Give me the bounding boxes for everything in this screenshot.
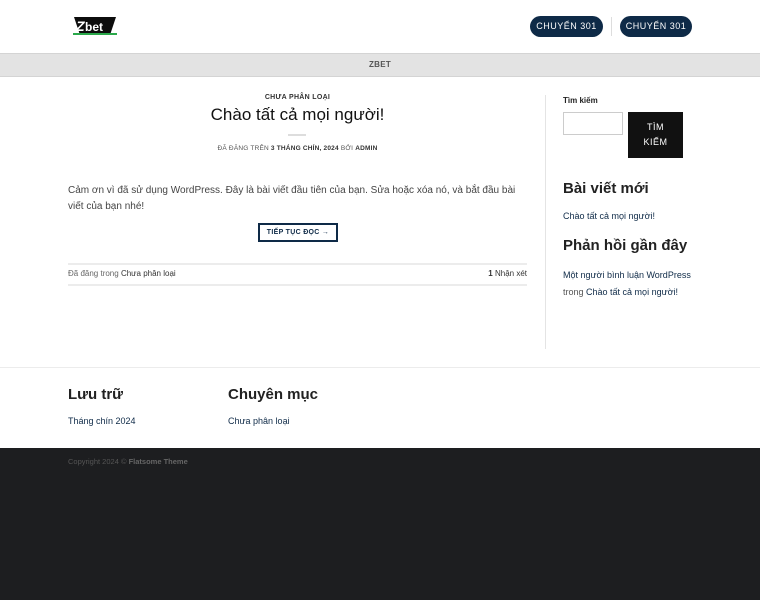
post-meta: ĐÃ ĐĂNG TRÊN 3 THÁNG CHÍN, 2024 BỞI ADMI… bbox=[68, 145, 527, 152]
comments-link[interactable]: 1 Nhận xét bbox=[488, 269, 527, 278]
copyright-text: Copyright 2024 © bbox=[68, 457, 127, 466]
categories-link[interactable]: Chưa phân loại bbox=[228, 416, 290, 426]
svg-text:bet: bet bbox=[85, 20, 103, 34]
post-meta-by: BỞI bbox=[340, 145, 354, 152]
bottom-footer: Copyright 2024 © Flatsome Theme bbox=[0, 448, 760, 600]
search-label: Tìm kiếm bbox=[563, 96, 598, 105]
comment-post-link[interactable]: Chào tất cả mọi người! bbox=[586, 287, 678, 297]
recent-posts-title: Bài viết mới bbox=[563, 180, 649, 197]
search-button-line2: KIẾM bbox=[643, 137, 668, 147]
theme-link[interactable]: Flatsome Theme bbox=[129, 457, 188, 466]
svg-text:Z: Z bbox=[75, 18, 85, 34]
post-footer-category-link[interactable]: Chưa phân loại bbox=[121, 269, 176, 278]
comments-label: Nhận xét bbox=[494, 269, 527, 278]
zbet-logo-icon: Z bet bbox=[73, 16, 117, 36]
post-date-link[interactable]: 3 THÁNG CHÍN, 2024 bbox=[271, 145, 339, 152]
archive-link[interactable]: Tháng chín 2024 bbox=[68, 416, 136, 426]
recent-post-link[interactable]: Chào tất cả mọi người! bbox=[563, 211, 655, 221]
title-divider bbox=[288, 134, 306, 136]
archive-widget-title: Lưu trữ bbox=[68, 386, 124, 403]
post-title[interactable]: Chào tất cả mọi người! bbox=[68, 105, 527, 125]
post-category-link[interactable]: CHƯA PHÂN LOẠI bbox=[68, 94, 527, 101]
post-footer-prefix: Đã đăng trong bbox=[68, 269, 119, 278]
sidebar-divider bbox=[545, 95, 546, 349]
nav-button-chuyen-301-1[interactable]: CHUYỂN 301 bbox=[530, 16, 603, 37]
search-button[interactable]: TÌM KIẾM bbox=[628, 112, 683, 158]
footer-widgets: Lưu trữ Tháng chín 2024 Chuyên mục Chưa … bbox=[0, 367, 760, 448]
recent-comment-item: Một người bình luận WordPress trong Chào… bbox=[563, 267, 693, 301]
secondary-nav-item-zbet[interactable]: ZBET bbox=[0, 54, 760, 76]
comment-author-link[interactable]: Một người bình luận WordPress bbox=[563, 270, 691, 280]
categories-widget-title: Chuyên mục bbox=[228, 386, 319, 403]
search-input[interactable] bbox=[563, 112, 623, 135]
comments-count: 1 bbox=[488, 269, 493, 278]
site-header: Z bet CHUYỂN 301 CHUYỂN 301 bbox=[0, 0, 760, 53]
copyright: Copyright 2024 © Flatsome Theme bbox=[68, 457, 188, 466]
comment-on-text: trong bbox=[563, 287, 584, 297]
nav-divider bbox=[611, 17, 612, 36]
search-button-line1: TÌM bbox=[647, 122, 664, 132]
post-footer: Đã đăng trong Chưa phân loại 1 Nhận xét bbox=[68, 263, 527, 286]
post-author-link[interactable]: ADMIN bbox=[355, 145, 377, 152]
nav-button-chuyen-301-2[interactable]: CHUYỂN 301 bbox=[620, 16, 692, 37]
read-more-button[interactable]: TIẾP TỤC ĐỌC → bbox=[258, 223, 338, 242]
site-logo[interactable]: Z bet bbox=[71, 14, 119, 38]
post-footer-category: Đã đăng trong Chưa phân loại bbox=[68, 269, 176, 278]
secondary-nav-bar: ZBET bbox=[0, 53, 760, 77]
recent-comments-title: Phản hồi gần đây bbox=[563, 237, 688, 254]
post-meta-prefix: ĐÃ ĐĂNG TRÊN bbox=[217, 145, 269, 152]
post-excerpt: Cảm ơn vì đã sử dụng WordPress. Đây là b… bbox=[68, 185, 516, 212]
